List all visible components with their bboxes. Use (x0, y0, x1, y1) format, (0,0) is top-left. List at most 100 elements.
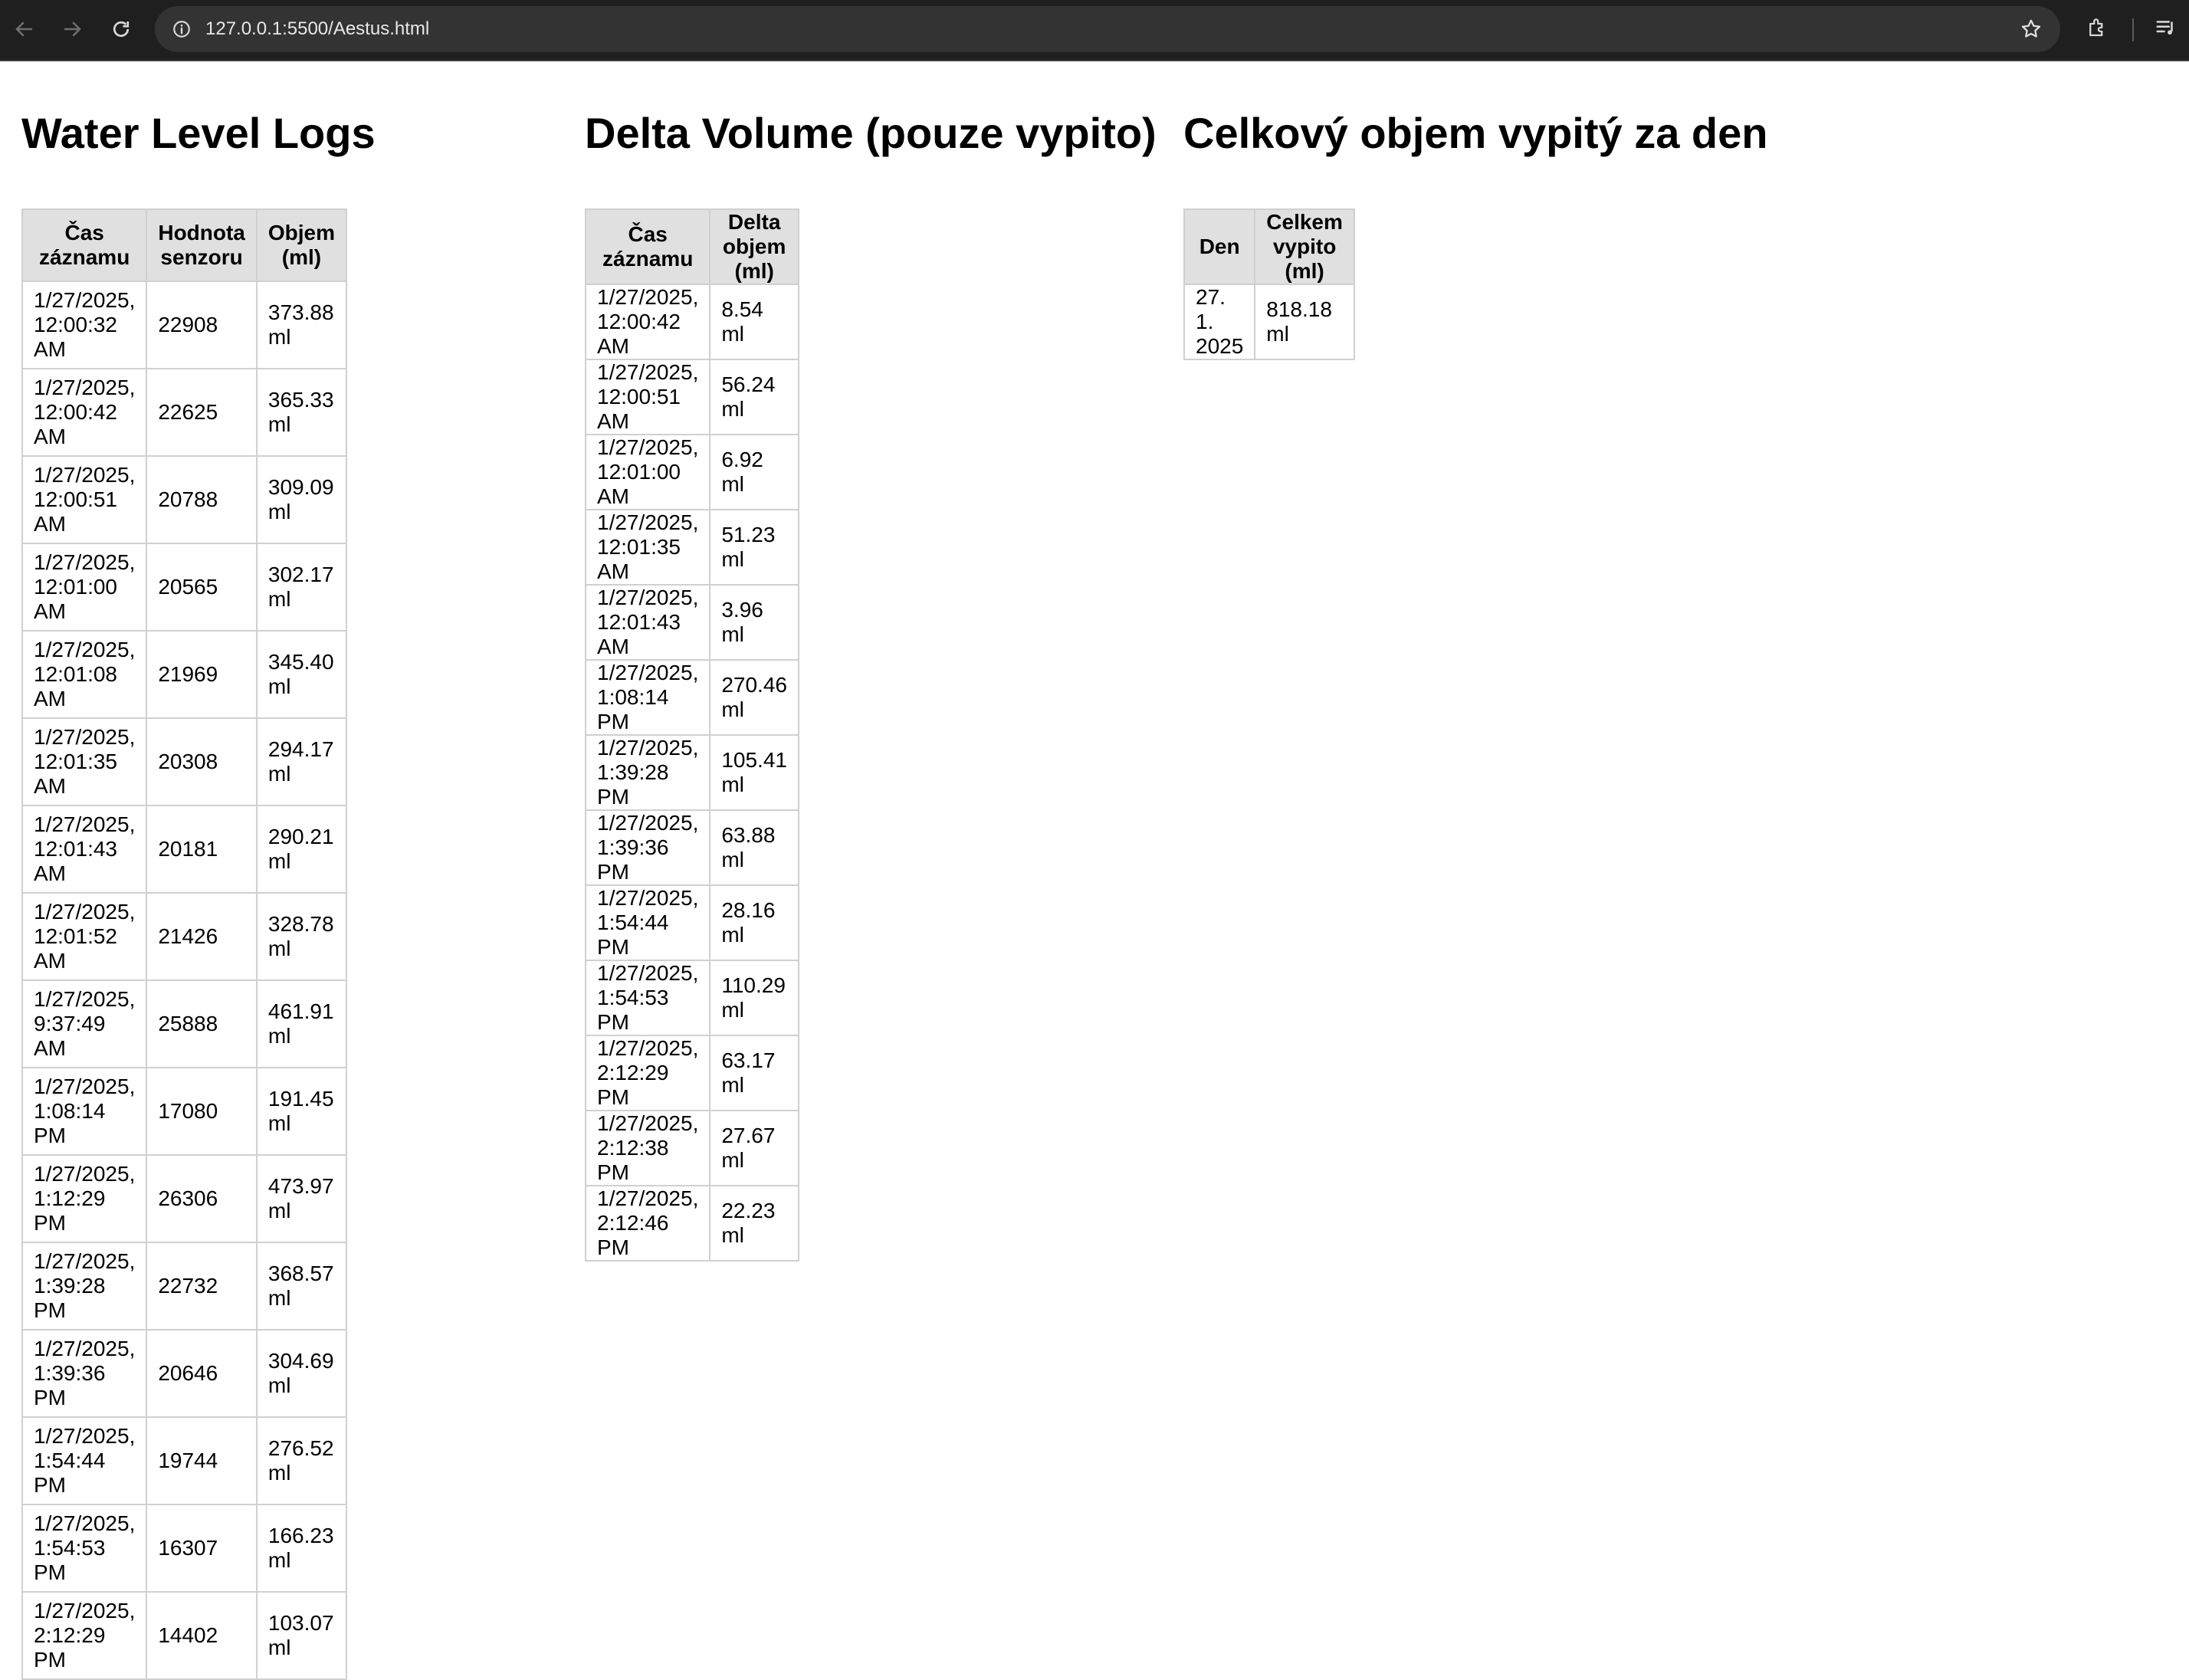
logs-sensor-cell: 20646 (146, 1329, 258, 1418)
logs-volume-cell: 345.40 ml (255, 630, 348, 719)
delta-table-row: 1/27/2025, 12:01:00 AM 6.92 ml (584, 434, 799, 510)
delta-table-row: 1/27/2025, 2:12:46 PM 22.23 ml (584, 1185, 799, 1262)
delta-table-row: 1/27/2025, 1:54:44 PM 28.16 ml (584, 884, 799, 961)
delta-time-cell: 1/27/2025, 1:54:44 PM (584, 884, 711, 961)
logs-sensor-cell: 22625 (146, 368, 258, 457)
logs-time-cell: 1/27/2025, 1:54:44 PM (21, 1416, 148, 1505)
delta-time-cell: 1/27/2025, 12:00:42 AM (584, 284, 711, 360)
delta-table-row: 1/27/2025, 1:54:53 PM 110.29 ml (584, 960, 799, 1036)
delta-time-cell: 1/27/2025, 12:01:43 AM (584, 584, 711, 661)
site-info-icon[interactable] (169, 16, 195, 42)
logs-sensor-cell: 17080 (146, 1067, 258, 1156)
browser-toolbar: 127.0.0.1:5500/Aestus.html (0, 0, 2189, 61)
logs-table-row: 1/27/2025, 1:08:14 PM 17080 191.45 ml (21, 1067, 348, 1156)
logs-sensor-cell: 20308 (146, 717, 258, 806)
url-text[interactable]: 127.0.0.1:5500/Aestus.html (205, 6, 429, 52)
logs-volume-cell: 461.91 ml (255, 979, 348, 1068)
logs-sensor-cell: 14402 (146, 1591, 258, 1680)
logs-sensor-cell: 22732 (146, 1242, 258, 1331)
bookmark-star-icon[interactable] (2017, 15, 2045, 43)
total-table: Den Celkem vypito (ml) 27. 1. 2025 818.18… (1183, 208, 1355, 360)
delta-time-cell: 1/27/2025, 1:08:14 PM (584, 659, 711, 736)
delta-table-row: 1/27/2025, 12:00:42 AM 8.54 ml (584, 284, 799, 360)
logs-volume-cell: 166.23 ml (255, 1504, 348, 1593)
logs-time-cell: 1/27/2025, 9:37:49 AM (21, 979, 148, 1068)
delta-time-cell: 1/27/2025, 2:12:29 PM (584, 1035, 711, 1111)
logs-volume-cell: 290.21 ml (255, 805, 348, 894)
delta-time-cell: 1/27/2025, 1:54:53 PM (584, 960, 711, 1036)
arrow-left-icon (15, 21, 32, 37)
delta-table-row: 1/27/2025, 1:08:14 PM 270.46 ml (584, 659, 799, 736)
logs-table-row: 1/27/2025, 12:01:35 AM 20308 294.17 ml (21, 717, 348, 806)
delta-table-row: 1/27/2025, 2:12:29 PM 63.17 ml (584, 1035, 799, 1111)
logs-table-row: 1/27/2025, 1:12:29 PM 26306 473.97 ml (21, 1154, 348, 1243)
logs-volume-cell: 368.57 ml (255, 1242, 348, 1331)
delta-time-cell: 1/27/2025, 2:12:46 PM (584, 1185, 711, 1262)
logs-volume-cell: 103.07 ml (255, 1591, 348, 1680)
total-sum-cell: 818.18 ml (1254, 284, 1355, 360)
forward-button[interactable] (57, 14, 87, 44)
delta-header-volume: Delta objem (ml) (709, 208, 799, 285)
total-table-row: 27. 1. 2025 818.18 ml (1183, 284, 1355, 360)
delta-header-row: Čas záznamu Delta objem (ml) (584, 208, 799, 285)
reload-icon (113, 21, 130, 38)
delta-time-cell: 1/27/2025, 1:39:36 PM (584, 809, 711, 886)
delta-volume-cell: 51.23 ml (709, 509, 799, 586)
total-title: Celkový objem vypitý za den (1183, 109, 1768, 157)
page-content: Water Level Logs Čas záznamu Hodnota sen… (0, 61, 2189, 1680)
logs-table-row: 1/27/2025, 1:39:36 PM 20646 304.69 ml (21, 1329, 348, 1418)
logs-table-row: 1/27/2025, 12:01:08 AM 21969 345.40 ml (21, 630, 348, 719)
logs-sensor-cell: 20181 (146, 805, 258, 894)
delta-volume-cell: 110.29 ml (709, 960, 799, 1036)
total-header-row: Den Celkem vypito (ml) (1183, 208, 1355, 285)
logs-sensor-cell: 16307 (146, 1504, 258, 1593)
extensions-icon[interactable] (2082, 12, 2112, 43)
logs-time-cell: 1/27/2025, 12:01:52 AM (21, 892, 148, 981)
logs-header-time: Čas záznamu (21, 208, 148, 282)
reload-button[interactable] (106, 14, 136, 44)
delta-table-row: 1/27/2025, 12:00:51 AM 56.24 ml (584, 359, 799, 435)
logs-volume-cell: 294.17 ml (255, 717, 348, 806)
back-button[interactable] (9, 14, 40, 44)
delta-volume-cell: 63.17 ml (709, 1035, 799, 1111)
logs-table-row: 1/27/2025, 12:01:00 AM 20565 302.17 ml (21, 543, 348, 632)
delta-time-cell: 1/27/2025, 12:00:51 AM (584, 359, 711, 435)
logs-time-cell: 1/27/2025, 1:39:28 PM (21, 1242, 148, 1331)
delta-volume-cell: 270.46 ml (709, 659, 799, 736)
logs-table-row: 1/27/2025, 12:01:52 AM 21426 328.78 ml (21, 892, 348, 981)
logs-table-row: 1/27/2025, 12:01:43 AM 20181 290.21 ml (21, 805, 348, 894)
logs-header-row: Čas záznamu Hodnota senzoru Objem (ml) (21, 208, 348, 282)
logs-time-cell: 1/27/2025, 12:01:00 AM (21, 543, 148, 632)
toolbar-divider (2132, 18, 2134, 41)
delta-volume-cell: 105.41 ml (709, 734, 799, 811)
logs-header-sensor: Hodnota senzoru (146, 208, 258, 282)
logs-time-cell: 1/27/2025, 1:12:29 PM (21, 1154, 148, 1243)
logs-sensor-cell: 21426 (146, 892, 258, 981)
logs-volume-cell: 304.69 ml (255, 1329, 348, 1418)
logs-time-cell: 1/27/2025, 12:00:51 AM (21, 455, 148, 544)
delta-volume-cell: 3.96 ml (709, 584, 799, 661)
delta-table-row: 1/27/2025, 12:01:35 AM 51.23 ml (584, 509, 799, 586)
logs-volume-cell: 473.97 ml (255, 1154, 348, 1243)
logs-sensor-cell: 26306 (146, 1154, 258, 1243)
logs-title: Water Level Logs (21, 109, 376, 157)
logs-table-row: 1/27/2025, 12:00:42 AM 22625 365.33 ml (21, 368, 348, 457)
logs-volume-cell: 365.33 ml (255, 368, 348, 457)
logs-time-cell: 1/27/2025, 12:00:32 AM (21, 281, 148, 369)
media-controls-icon[interactable] (2151, 12, 2181, 43)
logs-volume-cell: 302.17 ml (255, 543, 348, 632)
delta-header-time: Čas záznamu (584, 208, 711, 285)
logs-time-cell: 1/27/2025, 12:01:08 AM (21, 630, 148, 719)
delta-table-row: 1/27/2025, 1:39:28 PM 105.41 ml (584, 734, 799, 811)
delta-title: Delta Volume (pouze vypito) (585, 109, 1157, 157)
delta-volume-cell: 27.67 ml (709, 1110, 799, 1186)
logs-sensor-cell: 20565 (146, 543, 258, 632)
address-bar[interactable]: 127.0.0.1:5500/Aestus.html (155, 6, 2060, 52)
logs-time-cell: 1/27/2025, 12:01:35 AM (21, 717, 148, 806)
logs-volume-cell: 373.88 ml (255, 281, 348, 369)
logs-sensor-cell: 19744 (146, 1416, 258, 1505)
logs-sensor-cell: 25888 (146, 979, 258, 1068)
delta-table-row: 1/27/2025, 12:01:43 AM 3.96 ml (584, 584, 799, 661)
logs-time-cell: 1/27/2025, 1:39:36 PM (21, 1329, 148, 1418)
logs-time-cell: 1/27/2025, 12:00:42 AM (21, 368, 148, 457)
